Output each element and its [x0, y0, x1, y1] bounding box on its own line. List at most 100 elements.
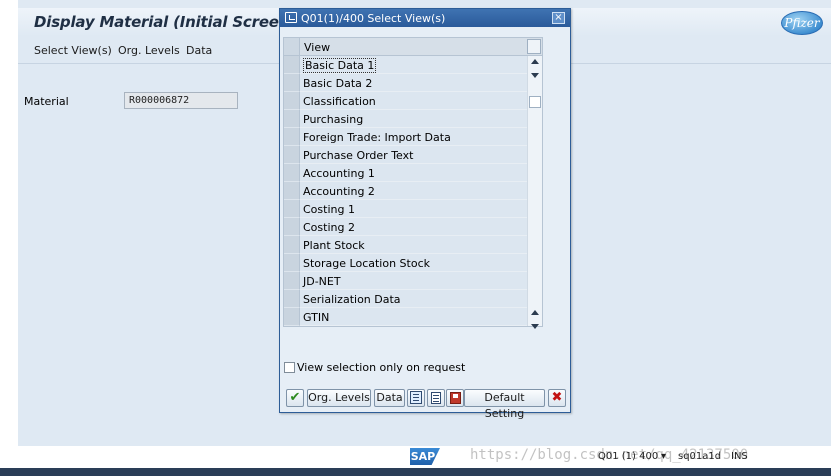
system-dropdown-icon[interactable]: ▾ — [661, 451, 666, 462]
cancel-button[interactable]: ✖ — [548, 389, 566, 407]
deselect-all-button[interactable] — [427, 389, 445, 407]
scroll-up-icon[interactable] — [531, 59, 539, 64]
view-name[interactable]: Accounting 1 — [300, 164, 527, 182]
table-row[interactable]: Costing 1 — [284, 200, 527, 218]
view-name[interactable]: Storage Location Stock — [300, 254, 527, 272]
view-name-text: Purchasing — [303, 113, 364, 126]
view-name[interactable]: Classification — [300, 92, 527, 110]
select-all-icon — [410, 391, 422, 404]
view-name-text: Plant Stock — [303, 239, 365, 252]
view-name[interactable]: Purchase Order Text — [300, 146, 527, 164]
material-field[interactable]: R000006872 — [124, 92, 238, 109]
view-name-text: JD-NET — [303, 275, 341, 288]
row-selector[interactable] — [284, 164, 300, 182]
taskbar-strip — [0, 468, 831, 476]
view-name[interactable]: Accounting 2 — [300, 182, 527, 200]
scroll-down-icon[interactable] — [531, 324, 539, 329]
view-name[interactable]: Purchasing — [300, 110, 527, 128]
save-default-button[interactable] — [446, 389, 464, 407]
row-selector[interactable] — [284, 92, 300, 110]
close-icon[interactable]: × — [552, 12, 565, 24]
select-views-dialog: Q01(1)/400 Select View(s) × View Basic D… — [279, 8, 571, 420]
view-name-text: Costing 1 — [303, 203, 355, 216]
row-selector[interactable] — [284, 146, 300, 164]
table-row[interactable]: JD-NET — [284, 272, 527, 290]
save-icon — [450, 392, 461, 404]
view-name-text: Accounting 1 — [303, 167, 375, 180]
select-all-cell[interactable] — [284, 38, 300, 55]
row-selector[interactable] — [284, 128, 300, 146]
table-row[interactable]: Storage Location Stock — [284, 254, 527, 272]
default-setting-button[interactable]: Default Setting — [464, 389, 545, 420]
row-selector[interactable] — [284, 254, 300, 272]
table-row[interactable]: Basic Data 1 — [284, 56, 527, 74]
cancel-icon: ✖ — [551, 390, 563, 405]
row-selector[interactable] — [284, 290, 300, 308]
scroll-up-icon[interactable] — [531, 310, 539, 315]
view-name-text: GTIN — [303, 311, 330, 324]
row-selector[interactable] — [284, 272, 300, 290]
row-selector[interactable] — [284, 74, 300, 92]
table-row[interactable]: Serialization Data — [284, 290, 527, 308]
row-selector[interactable] — [284, 218, 300, 236]
input-mode: INS — [731, 451, 748, 462]
column-header-view: View — [304, 41, 331, 54]
row-selector[interactable] — [284, 308, 300, 326]
server-info: sq01a1d — [678, 451, 722, 462]
menu-select-views[interactable]: Select View(s) — [34, 44, 112, 57]
table-scrollbar[interactable] — [527, 56, 542, 329]
menu-org-levels[interactable]: Org. Levels — [118, 44, 180, 57]
row-selector[interactable] — [284, 182, 300, 200]
table-row[interactable]: Foreign Trade: Import Data — [284, 128, 527, 146]
view-name-text: Accounting 2 — [303, 185, 375, 198]
dialog-title: Q01(1)/400 Select View(s) — [301, 12, 446, 25]
table-row[interactable]: GTIN — [284, 308, 527, 326]
view-name[interactable]: Plant Stock — [300, 236, 527, 254]
view-name[interactable]: Serialization Data — [300, 290, 527, 308]
view-name-text: Costing 2 — [303, 221, 355, 234]
confirm-button[interactable]: ✔ — [286, 389, 304, 407]
table-row[interactable]: Plant Stock — [284, 236, 527, 254]
table-row[interactable]: Accounting 1 — [284, 164, 527, 182]
view-name[interactable]: Foreign Trade: Import Data — [300, 128, 527, 146]
view-selection-label: View selection only on request — [297, 361, 466, 374]
view-name[interactable]: Costing 1 — [300, 200, 527, 218]
view-name[interactable]: GTIN — [300, 308, 527, 326]
view-name-text: Basic Data 1 — [303, 58, 377, 73]
view-name-text: Purchase Order Text — [303, 149, 414, 162]
system-info: Q01 (1) 400 — [598, 451, 659, 462]
view-name[interactable]: JD-NET — [300, 272, 527, 290]
dialog-window-icon — [285, 12, 297, 23]
table-row[interactable]: Classification — [284, 92, 527, 110]
view-selection-checkbox[interactable] — [284, 362, 295, 373]
row-selector[interactable] — [284, 56, 300, 74]
row-selector[interactable] — [284, 200, 300, 218]
logo-text: Pfizer — [784, 16, 820, 30]
row-selector[interactable] — [284, 236, 300, 254]
material-label: Material — [24, 95, 69, 108]
status-bar: SAP https://blog.csdn.net/qq_42137500 Q0… — [18, 446, 831, 468]
dialog-title-bar[interactable]: Q01(1)/400 Select View(s) × — [280, 9, 570, 27]
table-row[interactable]: Costing 2 — [284, 218, 527, 236]
view-name[interactable]: Costing 2 — [300, 218, 527, 236]
table-row[interactable]: Basic Data 2 — [284, 74, 527, 92]
views-table: View Basic Data 1 Basic Data 2 Classificat… — [283, 37, 543, 329]
scroll-down-icon[interactable] — [531, 73, 539, 78]
table-header: View — [284, 38, 542, 56]
view-name[interactable]: Basic Data 2 — [300, 74, 527, 92]
table-row[interactable]: Purchasing — [284, 110, 527, 128]
data-button[interactable]: Data — [374, 389, 405, 407]
menu-data[interactable]: Data — [186, 44, 212, 57]
select-all-button[interactable] — [407, 389, 425, 407]
view-name-text: Classification — [303, 95, 376, 108]
column-settings-icon[interactable] — [527, 39, 541, 54]
scroll-thumb[interactable] — [529, 96, 541, 108]
org-levels-button[interactable]: Org. Levels — [307, 389, 371, 407]
left-margin — [0, 0, 18, 468]
table-row[interactable]: Accounting 2 — [284, 182, 527, 200]
dialog-toolbar: ✔ Org. Levels Data Default Setting ✖ — [283, 389, 567, 420]
view-name-text: Storage Location Stock — [303, 257, 430, 270]
view-name[interactable]: Basic Data 1 — [300, 56, 527, 74]
table-row[interactable]: Purchase Order Text — [284, 146, 527, 164]
row-selector[interactable] — [284, 110, 300, 128]
